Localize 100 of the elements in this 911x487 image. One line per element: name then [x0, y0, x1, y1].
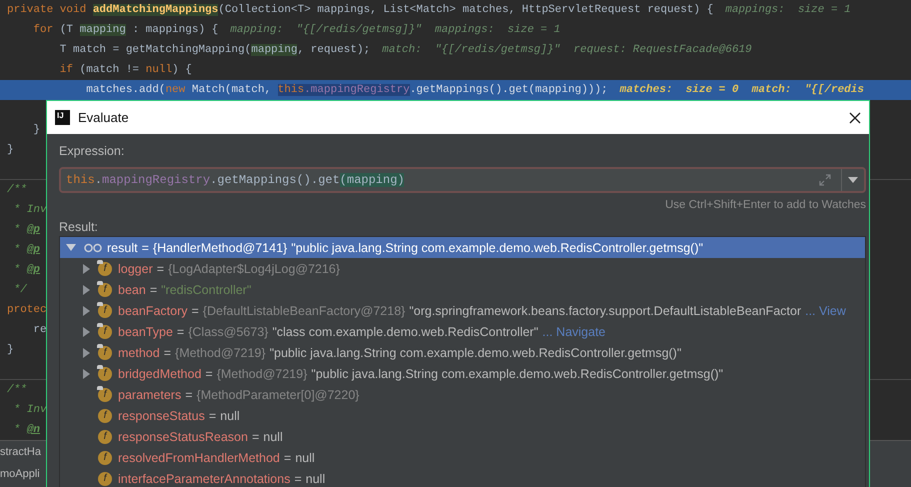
tree-value-text: beanType: [118, 324, 173, 338]
tree-value-text: "redisController": [161, 282, 252, 296]
tree-value-text: {Method@7219}: [175, 346, 266, 360]
code-token: protec: [7, 304, 47, 316]
expression-label: Expression:: [59, 143, 126, 160]
tree-row[interactable]: f beanType = {Class@5673} "class com.example.demo.web.RedisController" ... Navigate: [60, 321, 865, 342]
code-token: this: [278, 84, 304, 96]
field-icon: f: [98, 304, 112, 318]
field-icon: f: [98, 262, 112, 276]
dropdown-arrow-icon: [848, 177, 858, 183]
window-title: Evaluate: [78, 110, 129, 125]
tree-value-text: =: [208, 408, 216, 422]
tree-row[interactable]: f interfaceParameterAnnotations = null: [60, 468, 865, 487]
close-icon[interactable]: [849, 112, 861, 124]
tree-value-text: {Class@5673}: [188, 324, 268, 338]
tree-value-text: =: [142, 240, 149, 254]
tree-row[interactable]: f logger = {LogAdapter$Log4jLog@7216}: [60, 258, 865, 279]
code-comment: */: [12, 284, 27, 296]
tree-value-text: =: [294, 472, 302, 486]
tree-row[interactable]: f bridgedMethod = {Method@7219} "public java.lang.String com.example.demo.web.RedisController.getmsg()": [60, 363, 865, 384]
code-comment: @n: [26, 424, 40, 436]
code-token: }: [7, 344, 14, 356]
tree-value-text: "org.springframework.beans.factory.support.DefaultListableBeanFactor: [409, 304, 802, 318]
code-token: (match !=: [78, 64, 140, 76]
code-token: .getMappings().get: [210, 173, 340, 187]
tree-value-text: =: [156, 262, 164, 276]
code-token: , request);: [297, 44, 370, 56]
tree-value-text: {Method@7219}: [216, 366, 308, 380]
tree-row[interactable]: f responseStatus = null: [60, 405, 865, 426]
code-token: new: [165, 84, 186, 96]
tree-value-text: "public java.lang.String com.example.demo.web.RedisController.getmsg()": [291, 240, 704, 254]
tree-value-text: resolvedFromHandlerMethod: [118, 450, 280, 464]
code-comment: *: [12, 424, 22, 436]
tree-value-text: "class com.example.demo.web.RedisController": [272, 324, 538, 338]
expand-arrow-icon[interactable]: [82, 264, 92, 274]
tree-value-text: ... Navigate: [542, 324, 606, 338]
field-icon: f: [98, 430, 112, 444]
tree-value-text: bridgedMethod: [118, 366, 202, 380]
code-token: .: [94, 173, 102, 187]
tree-value-text: =: [191, 304, 199, 318]
field-icon: f: [98, 472, 112, 486]
code-comment: /**: [7, 384, 27, 396]
tree-row[interactable]: f beanFactory = {DefaultListableBeanFactory@7218} "org.springframework.beans.factory.support.DefaultListableBeanFactor ... View: [60, 300, 865, 321]
expand-arrow-icon[interactable]: [82, 326, 92, 336]
tree-value-text: null: [263, 430, 283, 444]
field-icon: f: [98, 388, 112, 402]
code-token: for: [32, 24, 54, 36]
expand-arrow-icon[interactable]: [82, 306, 92, 316]
field-icon: f: [98, 408, 112, 422]
code-token: ) {: [172, 64, 192, 76]
field-icon: f: [98, 346, 112, 360]
tree-value-text: ... View: [805, 304, 846, 318]
field-icon: f: [98, 324, 112, 338]
tree-value-text: {DefaultListableBeanFactory@7218}: [202, 304, 406, 318]
tree-value-text: {HandlerMethod@7141}: [152, 240, 288, 254]
code-token: this: [66, 173, 95, 187]
code-comment: * Inv: [12, 404, 47, 416]
code-comment: /**: [7, 184, 27, 196]
panel-item[interactable]: moAppli: [0, 463, 40, 485]
debug-value-hint: mappings: size = 1: [725, 4, 851, 16]
tree-row[interactable]: f responseStatusReason = null: [60, 426, 865, 447]
tree-value-text: =: [284, 450, 292, 464]
field-icon: f: [98, 366, 112, 380]
expand-arrow-icon[interactable]: [82, 284, 92, 294]
tree-row[interactable]: result = {HandlerMethod@7141} "public java.lang.String com.example.demo.web.RedisController.getmsg()": [60, 237, 865, 258]
tree-row[interactable]: f resolvedFromHandlerMethod = null: [60, 447, 865, 468]
code-token: private void: [7, 4, 88, 16]
code-comment: @p: [26, 244, 40, 256]
tree-value-text: null: [306, 472, 326, 486]
tree-value-text: bean: [118, 282, 146, 296]
panel-item[interactable]: stractHa: [0, 441, 41, 463]
tree-value-text: =: [252, 430, 260, 444]
expand-arrow-icon[interactable]: [82, 368, 92, 378]
tree-value-text: null: [220, 408, 240, 422]
code-comment: *: [12, 244, 22, 256]
code-token: .mappingRegistry: [304, 84, 410, 96]
expression-field[interactable]: this.mappingRegistry.getMappings().get(mapping): [59, 167, 866, 193]
expand-arrow-icon[interactable]: [82, 348, 92, 358]
code-token: }: [7, 144, 14, 156]
code-token: .getMappings().get(mapping)));: [410, 84, 608, 96]
field-icon: f: [98, 282, 112, 296]
code-comment: @p: [26, 264, 40, 276]
code-token: mapping: [251, 44, 298, 56]
tree-value-text: "public java.lang.String com.example.demo.web.RedisController.getmsg()": [270, 346, 682, 360]
expand-icon[interactable]: [818, 173, 832, 187]
tree-value-text: {MethodParameter[0]@7220}: [196, 388, 360, 402]
code-token: re: [32, 324, 47, 336]
tree-row[interactable]: f bean = "redisController": [60, 279, 865, 300]
code-comment: @p: [26, 224, 40, 236]
expand-arrow-icon[interactable]: [66, 242, 76, 252]
tree-value-text: responseStatusReason: [118, 430, 248, 444]
tree-row[interactable]: f method = {Method@7219} "public java.lang.String com.example.demo.web.RedisController.getmsg()": [60, 342, 865, 363]
code-token: if: [58, 64, 74, 76]
tree-row[interactable]: f parameters = {MethodParameter[0]@7220}: [60, 384, 865, 405]
code-token: : mappings) {: [131, 24, 218, 36]
debug-value-hint: mapping: "{[/redis/getmsg]}" mappings: size = 1: [230, 24, 560, 36]
code-token: null: [146, 64, 172, 76]
tree-value-text: null: [295, 450, 315, 464]
code-token: mapping: [80, 24, 126, 36]
tree-value-text: interfaceParameterAnnotations: [118, 472, 290, 486]
